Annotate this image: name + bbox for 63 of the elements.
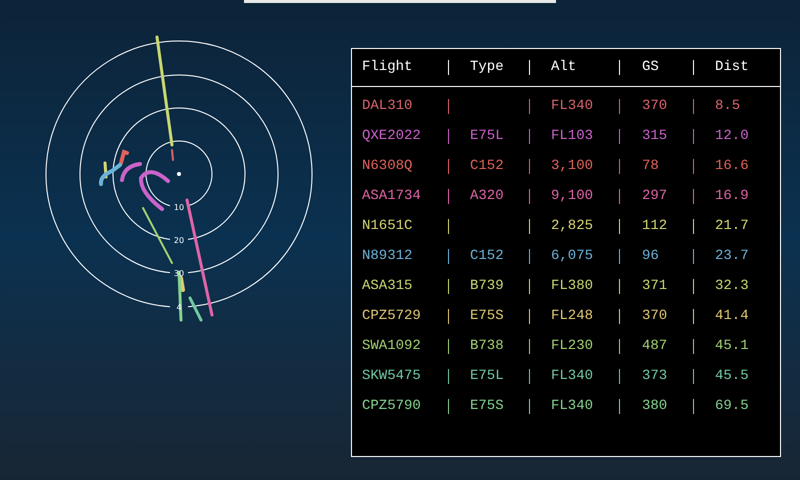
table-cell-text: 32.3	[715, 276, 749, 296]
table-cell-text: 78	[642, 156, 659, 176]
table-cell-text: B739	[470, 276, 504, 296]
table-cell-text: FL380	[551, 276, 594, 296]
table-cell-text: FL230	[551, 336, 594, 356]
table-cell-text: 2,825	[551, 216, 594, 236]
table-cell-text: N89312	[362, 246, 412, 266]
range-label: 10	[174, 203, 184, 212]
range-label: 20	[174, 236, 184, 245]
table-cell-text: 370	[642, 306, 668, 326]
table-cell-text: 16.9	[715, 186, 749, 206]
table-cell-text: SKW5475	[362, 366, 421, 386]
table-cell-text: C152	[470, 246, 504, 266]
table-cell-text: FL340	[551, 396, 594, 416]
table-cell-text: 41.4	[715, 306, 749, 326]
table-cell-text: QXE2022	[362, 126, 421, 146]
table-cell-text: 9,100	[551, 186, 594, 206]
table-cell-text: CPZ5729	[362, 306, 421, 326]
table-cell-text: 69.5	[715, 396, 749, 416]
table-cell-text: B738	[470, 336, 504, 356]
table-cell-text: 23.7	[715, 246, 749, 266]
table-cell-text: 315	[642, 126, 668, 146]
table-cell-text: E75L	[470, 366, 504, 386]
table-cell-text: 16.6	[715, 156, 749, 176]
table-cell-text: 112	[642, 216, 668, 236]
table-cell-text: 3,100	[551, 156, 594, 176]
table-cell-text: 371	[642, 276, 668, 296]
column-header: Type	[470, 58, 504, 77]
table-cell-text: CPZ5790	[362, 396, 421, 416]
table-cell-text: 45.5	[715, 366, 749, 386]
table-cell-text: 297	[642, 186, 668, 206]
table-cell-text: FL340	[551, 366, 594, 386]
table-cell-text: E75S	[470, 396, 504, 416]
table-cell-text: FL340	[551, 96, 594, 116]
table-cell-text: SWA1092	[362, 336, 421, 356]
table-cell-text: E75L	[470, 126, 504, 146]
aircraft-track	[171, 149, 174, 161]
table-cell-text: DAL310	[362, 96, 412, 116]
table-cell-text: 45.1	[715, 336, 749, 356]
table-cell-text: 8.5	[715, 96, 740, 116]
table-cell-text: 373	[642, 366, 668, 386]
table-cell-text: 6,075	[551, 246, 594, 266]
table-cell-text: 380	[642, 396, 668, 416]
aircraft-track	[142, 207, 173, 264]
table-cell-text: N6308Q	[362, 156, 412, 176]
table-cell-text: ASA1734	[362, 186, 421, 206]
table-cell-text: ASA315	[362, 276, 412, 296]
column-header: Alt	[551, 58, 576, 77]
range-label: 4	[176, 303, 182, 312]
table-cell-text: 96	[642, 246, 659, 266]
column-header: Dist	[715, 58, 749, 77]
table-cell-text: 370	[642, 96, 668, 116]
column-header: Flight	[362, 58, 412, 77]
table-cell-text: 21.7	[715, 216, 749, 236]
column-header: GS	[642, 58, 659, 77]
table-cell-text: E75S	[470, 306, 504, 326]
table-cell-text: FL103	[551, 126, 594, 146]
table-cell-text: 12.0	[715, 126, 749, 146]
table-cell-text: 487	[642, 336, 668, 356]
table-cell-text: C152	[470, 156, 504, 176]
table-cell-text: FL248	[551, 306, 594, 326]
table-cell-text: A320	[470, 186, 504, 206]
table-cell-text: N1651C	[362, 216, 412, 236]
